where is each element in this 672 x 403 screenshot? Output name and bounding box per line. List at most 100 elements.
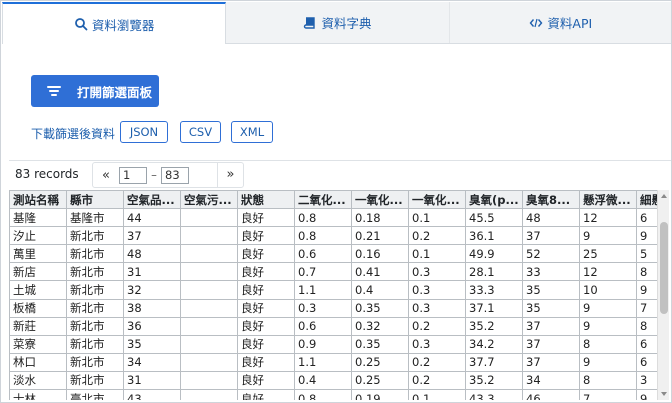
pagination: « 1 – 83 » — [92, 162, 244, 188]
column-header[interactable]: 一氧化... — [408, 190, 466, 210]
code-icon — [529, 18, 543, 27]
table-cell: 淡水 — [9, 370, 67, 391]
prev-page-button[interactable]: « — [93, 168, 119, 183]
table-row: 淡水 新北市 31 良好 0.4 0.25 0.2 35.2 34 8 3 — [9, 370, 657, 391]
next-page-button[interactable]: » — [217, 163, 243, 187]
table-cell: 48 — [123, 244, 181, 264]
column-header[interactable]: 懸浮微... — [579, 190, 637, 210]
table-cell: 7 — [579, 389, 637, 400]
table-row: 萬里 新北市 48 良好 0.6 0.16 0.1 49.9 52 25 5 — [9, 244, 657, 264]
table-row: 新莊 新北市 36 良好 0.6 0.32 0.2 35.2 37 9 8 — [9, 316, 657, 336]
table-cell: 1.1 — [294, 352, 352, 372]
table-cell: 6 — [636, 352, 657, 372]
table-row: 新店 新北市 31 良好 0.7 0.41 0.3 28.1 33 12 8 — [9, 262, 657, 282]
table-cell: 0.35 — [351, 334, 409, 354]
table-cell: 46 — [522, 389, 580, 400]
table-cell — [180, 298, 238, 318]
range-dash: – — [151, 168, 157, 182]
table-cell: 45.5 — [465, 208, 523, 228]
column-header[interactable]: 狀態 — [237, 190, 295, 210]
table-cell: 0.21 — [351, 226, 409, 246]
table-cell: 38 — [123, 298, 181, 318]
column-header[interactable]: 空氣品... — [123, 190, 181, 210]
scrollbar-thumb[interactable] — [660, 222, 668, 314]
scroll-down-icon[interactable] — [661, 392, 667, 396]
data-table-container: 測站名稱 縣市 空氣品... 空氣污... 狀態 二氧化... 一氧化... 一氧化... 臭氧… — [9, 190, 657, 400]
table-cell: 12 — [579, 208, 637, 228]
tab-data-dictionary[interactable]: 資料字典 — [226, 2, 450, 43]
column-header[interactable]: 測站名稱 — [9, 190, 67, 210]
range-to-input[interactable]: 83 — [161, 166, 189, 184]
table-cell: 31 — [123, 370, 181, 391]
vertical-scrollbar[interactable] — [657, 190, 669, 400]
table-cell: 0.6 — [294, 316, 352, 336]
table-cell: 良好 — [237, 262, 295, 282]
table-cell: 9 — [579, 316, 637, 336]
column-header[interactable]: 縣市 — [66, 190, 124, 210]
table-cell: 板橋 — [9, 298, 67, 318]
table-cell: 新北市 — [66, 244, 124, 264]
table-cell — [180, 280, 238, 300]
table-cell: 新北市 — [66, 370, 124, 391]
table-cell: 新北市 — [66, 334, 124, 354]
table-cell: 新北市 — [66, 226, 124, 246]
table-cell: 9 — [636, 389, 657, 400]
table-cell: 37 — [123, 226, 181, 246]
table-cell: 0.18 — [351, 208, 409, 228]
table-cell: 萬里 — [9, 244, 67, 264]
table-cell: 土城 — [9, 280, 67, 300]
table-cell: 37.7 — [465, 352, 523, 372]
column-header[interactable]: 臭氧8... — [522, 190, 580, 210]
column-header[interactable]: 二氧化... — [294, 190, 352, 210]
tab-data-explorer[interactable]: 資料瀏覽器 — [2, 2, 227, 44]
download-csv-button[interactable]: CSV — [180, 121, 221, 143]
column-header[interactable]: 空氣污... — [180, 190, 238, 210]
table-cell: 0.7 — [294, 262, 352, 282]
table-cell: 0.25 — [351, 352, 409, 372]
column-header[interactable]: 細懸浮 — [636, 190, 657, 210]
download-xml-button[interactable]: XML — [231, 121, 273, 143]
table-cell: 0.8 — [294, 208, 352, 228]
table-row: 汐止 新北市 37 良好 0.8 0.21 0.2 36.1 37 9 9 — [9, 226, 657, 246]
open-filter-panel-button[interactable]: 打開篩選面板 — [31, 75, 159, 107]
table-cell: 1.1 — [294, 280, 352, 300]
table-cell: 9 — [579, 352, 637, 372]
table-cell: 0.19 — [351, 389, 409, 400]
download-json-button[interactable]: JSON — [120, 121, 168, 143]
search-icon — [75, 18, 88, 31]
table-cell: 0.3 — [408, 280, 466, 300]
table-cell — [180, 226, 238, 246]
table-cell: 0.9 — [294, 334, 352, 354]
table-cell: 31 — [123, 262, 181, 282]
table-cell: 43 — [123, 389, 181, 400]
table-cell: 34 — [123, 352, 181, 372]
table-cell: 8 — [636, 262, 657, 282]
record-count: 83 records — [15, 167, 79, 181]
column-header[interactable]: 臭氧(p... — [465, 190, 523, 210]
column-header[interactable]: 一氧化... — [351, 190, 409, 210]
table-row: 土城 新北市 32 良好 1.1 0.4 0.3 33.3 35 10 9 — [9, 280, 657, 300]
table-cell: 6 — [636, 334, 657, 354]
table-cell: 0.1 — [408, 208, 466, 228]
table-cell: 良好 — [237, 244, 295, 264]
tab-data-api[interactable]: 資料API — [450, 2, 671, 43]
table-cell: 良好 — [237, 226, 295, 246]
table-row: 士林 臺北市 43 良好 0.8 0.19 0.1 43.3 46 7 9 — [9, 389, 657, 400]
table-cell: 3 — [636, 370, 657, 391]
table-cell: 0.2 — [408, 370, 466, 391]
table-cell: 0.2 — [408, 226, 466, 246]
table-cell: 5 — [636, 244, 657, 264]
table-cell: 良好 — [237, 352, 295, 372]
table-cell: 0.16 — [351, 244, 409, 264]
table-cell: 良好 — [237, 208, 295, 228]
table-cell: 汐止 — [9, 226, 67, 246]
tab-label: 資料瀏覽器 — [91, 17, 155, 33]
table-cell: 35.2 — [465, 370, 523, 391]
table-cell: 9 — [579, 226, 637, 246]
table-cell: 良好 — [237, 389, 295, 400]
table-cell: 35 — [522, 280, 580, 300]
scroll-up-icon[interactable] — [661, 194, 667, 198]
table-cell: 7 — [636, 298, 657, 318]
range-from-input[interactable]: 1 — [119, 166, 147, 184]
table-cell: 36 — [123, 316, 181, 336]
